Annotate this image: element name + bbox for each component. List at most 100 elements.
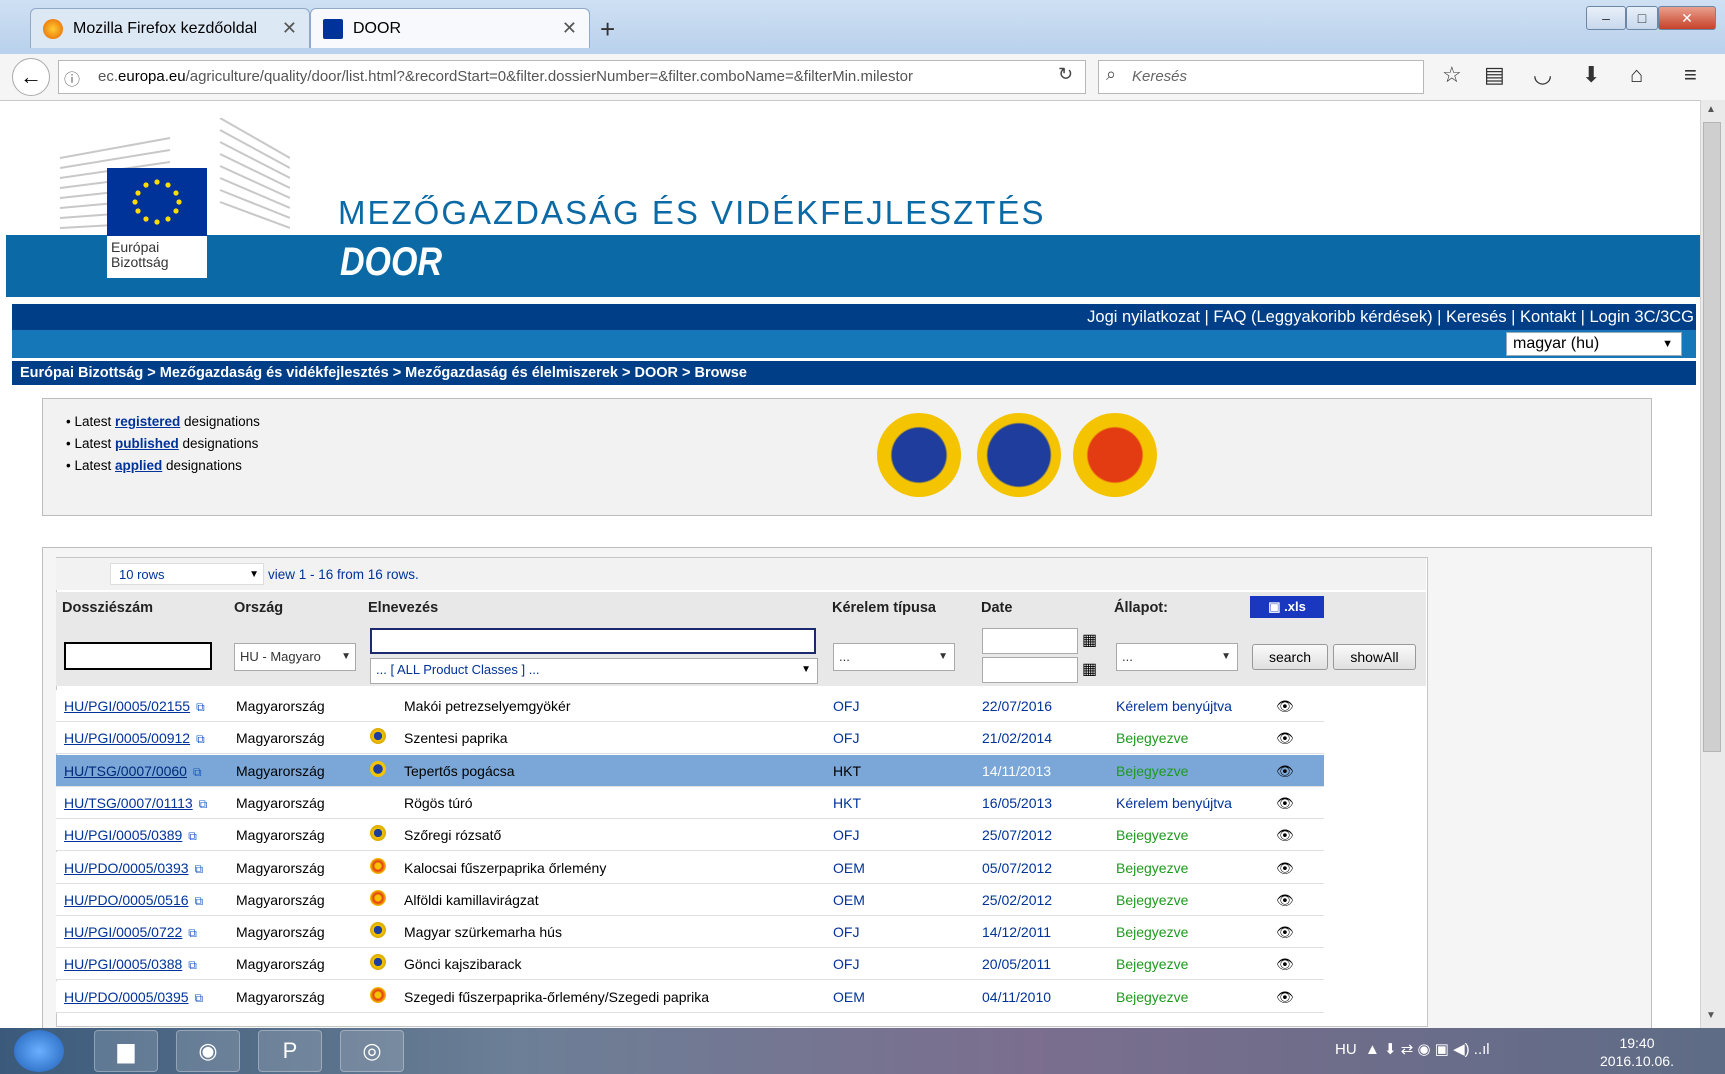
applied-link[interactable]: applied xyxy=(115,458,162,473)
name-filter-input[interactable] xyxy=(370,628,816,654)
eye-icon[interactable]: 👁 xyxy=(1276,860,1294,877)
close-icon[interactable]: ✕ xyxy=(562,18,577,39)
dossier-link[interactable]: HU/PDO/0005/0395 ⧉ xyxy=(64,989,203,1006)
external-link-icon[interactable]: ⧉ xyxy=(188,958,197,973)
dossier-number[interactable]: HU/PGI/0005/02155 xyxy=(64,698,190,714)
dossier-number[interactable]: HU/PGI/0005/0722 xyxy=(64,924,182,940)
info-icon[interactable]: ⓘ xyxy=(64,66,80,90)
reading-list-icon[interactable]: ▤ xyxy=(1484,62,1505,88)
dossier-number[interactable]: HU/TSG/0007/01113 xyxy=(64,795,193,811)
eye-icon[interactable]: 👁 xyxy=(1276,989,1294,1006)
pgi-logo-icon xyxy=(370,954,386,970)
eye-icon[interactable]: 👁 xyxy=(1276,924,1294,941)
scroll-down-icon[interactable]: ▼ xyxy=(1706,1010,1716,1021)
external-link-icon[interactable]: ⧉ xyxy=(196,732,205,747)
external-link-icon[interactable]: ⧉ xyxy=(188,926,197,941)
maximize-button[interactable]: □ xyxy=(1626,6,1658,30)
scroll-up-icon[interactable]: ▲ xyxy=(1706,104,1716,115)
pocket-icon[interactable]: ◡ xyxy=(1533,62,1552,88)
new-tab-button[interactable]: + xyxy=(600,14,615,45)
back-button[interactable]: ← xyxy=(12,58,50,96)
date-cell: 05/07/2012 xyxy=(982,860,1053,876)
external-link-icon[interactable]: ⧉ xyxy=(195,894,204,909)
calendar-icon[interactable]: ▦ xyxy=(1082,659,1097,679)
status-cell: Bejegyezve xyxy=(1116,763,1189,779)
external-link-icon[interactable]: ⧉ xyxy=(195,862,204,877)
col-header-country[interactable]: Ország xyxy=(234,600,283,616)
dossier-number[interactable]: HU/PDO/0005/0516 xyxy=(64,892,189,908)
eye-icon[interactable]: 👁 xyxy=(1276,827,1294,844)
calendar-icon[interactable]: ▦ xyxy=(1082,630,1097,650)
home-icon[interactable]: ⌂ xyxy=(1630,62,1643,88)
close-icon[interactable]: ✕ xyxy=(282,18,297,39)
eye-icon[interactable]: 👁 xyxy=(1276,795,1294,812)
explorer-icon[interactable]: ▆ xyxy=(94,1030,158,1072)
type-filter-select[interactable]: ... ▼ xyxy=(833,643,955,671)
chevron-down-icon: ▼ xyxy=(801,664,811,675)
external-link-icon[interactable]: ⧉ xyxy=(188,829,197,844)
export-xls-button[interactable]: ▣ .xls xyxy=(1250,596,1324,618)
firefox-icon[interactable]: ◉ xyxy=(176,1030,240,1072)
status-filter-select[interactable]: ... ▼ xyxy=(1116,643,1238,671)
menu-icon[interactable]: ≡ xyxy=(1684,62,1697,88)
dossier-number[interactable]: HU/TSG/0007/0060 xyxy=(64,763,187,779)
type-cell: OFJ xyxy=(833,827,860,843)
dossier-link[interactable]: HU/PDO/0005/0393 ⧉ xyxy=(64,860,203,877)
eye-icon[interactable]: 👁 xyxy=(1276,698,1294,715)
rows-per-page-select[interactable]: 10 rows ▼ xyxy=(110,563,264,585)
dossier-number[interactable]: HU/PDO/0005/0395 xyxy=(64,989,189,1005)
close-window-button[interactable]: ✕ xyxy=(1658,6,1716,30)
minimize-button[interactable]: – xyxy=(1586,6,1626,30)
dossier-number[interactable]: HU/PGI/0005/0389 xyxy=(64,827,182,843)
eye-icon[interactable]: 👁 xyxy=(1276,892,1294,909)
col-header-date[interactable]: Date xyxy=(981,600,1012,616)
eye-icon[interactable]: 👁 xyxy=(1276,956,1294,973)
bookmark-star-icon[interactable]: ☆ xyxy=(1442,62,1462,88)
language-select[interactable]: magyar (hu) ▼ xyxy=(1506,332,1682,356)
clock[interactable]: 19:40 2016.10.06. xyxy=(1600,1034,1674,1070)
dossier-link[interactable]: HU/PDO/0005/0516 ⧉ xyxy=(64,892,203,909)
top-links[interactable]: Jogi nyilatkozat | FAQ (Leggyakoribb kér… xyxy=(12,304,1696,330)
scrollbar-thumb[interactable] xyxy=(1703,122,1721,752)
dossier-link[interactable]: HU/PGI/0005/0388 ⧉ xyxy=(64,956,197,973)
external-link-icon[interactable]: ⧉ xyxy=(195,991,204,1006)
registered-link[interactable]: registered xyxy=(115,414,180,429)
media-player-icon[interactable]: ◎ xyxy=(340,1030,404,1072)
dossier-link[interactable]: HU/PGI/0005/0722 ⧉ xyxy=(64,924,197,941)
col-header-name[interactable]: Elnevezés xyxy=(368,600,438,616)
tab-firefox-home[interactable]: Mozilla Firefox kezdőoldal ✕ xyxy=(30,8,310,48)
date-cell: 25/02/2012 xyxy=(982,892,1053,908)
dossier-link[interactable]: HU/PGI/0005/02155 ⧉ xyxy=(64,698,205,715)
powerpoint-icon[interactable]: P xyxy=(258,1030,322,1072)
product-class-select[interactable]: ... [ ALL Product Classes ] ... ▼ xyxy=(370,658,818,684)
dossier-link[interactable]: HU/TSG/0007/0060 ⧉ xyxy=(64,763,202,780)
showall-button[interactable]: showAll xyxy=(1333,644,1416,670)
search-button[interactable]: search xyxy=(1252,644,1328,670)
external-link-icon[interactable]: ⧉ xyxy=(193,765,202,780)
dossier-number[interactable]: HU/PDO/0005/0393 xyxy=(64,860,189,876)
date-to-input[interactable] xyxy=(982,657,1078,683)
dossier-filter-input[interactable] xyxy=(64,642,212,670)
download-icon[interactable]: ⬇ xyxy=(1582,62,1600,88)
breadcrumb[interactable]: Európai Bizottság > Mezőgazdaság és vidé… xyxy=(12,361,1696,385)
col-header-dossier[interactable]: Dossziészám xyxy=(62,600,153,616)
dossier-link[interactable]: HU/PGI/0005/00912 ⧉ xyxy=(64,730,205,747)
country-filter-select[interactable]: HU - Magyaro ▼ xyxy=(234,643,356,671)
date-from-input[interactable] xyxy=(982,628,1078,654)
published-link[interactable]: published xyxy=(115,436,179,451)
header-band xyxy=(6,235,1700,297)
start-button[interactable] xyxy=(14,1030,64,1072)
tab-door[interactable]: DOOR ✕ xyxy=(310,8,590,48)
reload-icon[interactable]: ↻ xyxy=(1058,64,1073,85)
external-link-icon[interactable]: ⧉ xyxy=(196,700,205,715)
dossier-number[interactable]: HU/PGI/0005/0388 xyxy=(64,956,182,972)
dossier-number[interactable]: HU/PGI/0005/00912 xyxy=(64,730,190,746)
col-header-type[interactable]: Kérelem típusa xyxy=(832,600,936,616)
col-header-status[interactable]: Állapot: xyxy=(1114,600,1168,616)
external-link-icon[interactable]: ⧉ xyxy=(199,797,208,812)
eye-icon[interactable]: 👁 xyxy=(1276,763,1294,780)
dossier-link[interactable]: HU/PGI/0005/0389 ⧉ xyxy=(64,827,197,844)
dossier-link[interactable]: HU/TSG/0007/01113 ⧉ xyxy=(64,795,207,812)
eye-icon[interactable]: 👁 xyxy=(1276,730,1294,747)
app-title: DOOR xyxy=(340,240,442,284)
